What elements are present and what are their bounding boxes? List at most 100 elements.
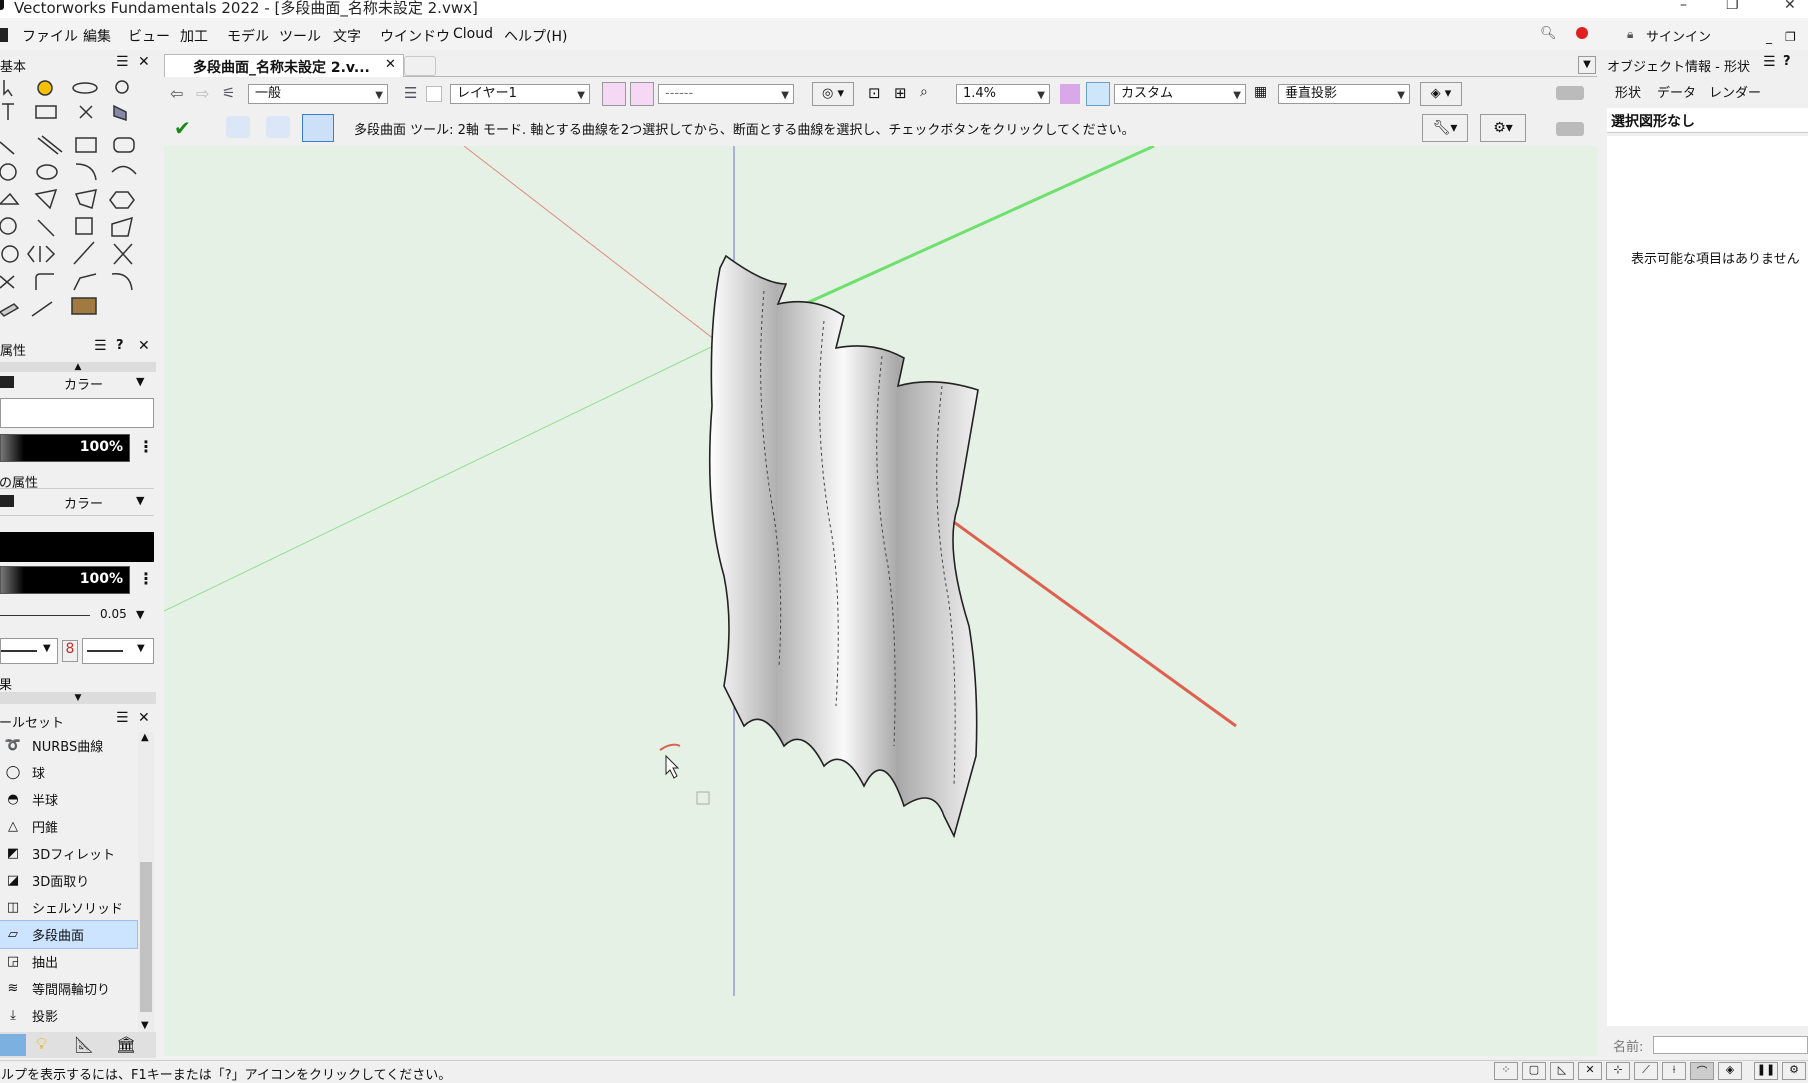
- saved-views-icon[interactable]: [602, 82, 626, 106]
- menu-help[interactable]: ヘルプ(H): [504, 26, 567, 46]
- view-mode-icon[interactable]: [1060, 84, 1080, 104]
- tool-contour[interactable]: ≋ 等間隔輪切り: [0, 975, 137, 1002]
- toolset-tab-light-icon[interactable]: 💡︎: [36, 1034, 47, 1054]
- palette-menu-icon[interactable]: ☰: [116, 710, 129, 726]
- menu-file[interactable]: ファイル: [22, 26, 78, 46]
- saved-view-select[interactable]: ------ ▼: [658, 84, 794, 104]
- notification-icon[interactable]: [1576, 27, 1588, 39]
- snap-tangent-icon[interactable]: ⟋: [1634, 1062, 1658, 1080]
- fill-opacity-more-icon[interactable]: ⋮: [138, 437, 154, 456]
- settings-icon[interactable]: ⚙︎: [1782, 1062, 1806, 1080]
- expand-bar[interactable]: ▼: [0, 692, 156, 704]
- snap-intersection-icon[interactable]: ✕: [1578, 1062, 1602, 1080]
- scroll-down-icon[interactable]: ▼: [141, 1020, 149, 1031]
- fill-opacity-slider[interactable]: 100%: [0, 434, 130, 462]
- doc-restore-button[interactable]: ❐: [1785, 30, 1796, 44]
- tool-sphere[interactable]: ◯ 球: [0, 759, 137, 786]
- doc-minimize-button[interactable]: _: [1766, 30, 1772, 44]
- snap-plane-icon[interactable]: ◈: [1718, 1062, 1742, 1080]
- fill-style-select[interactable]: カラー ▼: [0, 372, 154, 394]
- help-icon[interactable]: ?: [1783, 54, 1791, 69]
- tool-multi-loft[interactable]: ▱ 多段曲面: [0, 920, 138, 949]
- projection-icon[interactable]: ▦: [1254, 84, 1267, 100]
- scroll-up-icon[interactable]: ▲: [141, 732, 149, 743]
- menu-modify[interactable]: 加工: [180, 26, 208, 46]
- palette-close-icon[interactable]: ✕: [138, 338, 150, 354]
- toolset-tab-building-icon[interactable]: 🏛︎: [116, 1035, 136, 1054]
- menu-view[interactable]: ビュー: [128, 26, 170, 46]
- class-select[interactable]: 一般 ▼: [248, 84, 388, 104]
- layer-options-icon[interactable]: ◎ ▾: [812, 82, 854, 106]
- zoom-icon[interactable]: ⌕: [920, 84, 928, 100]
- mode-bar-more-icon[interactable]: [1556, 122, 1584, 136]
- line-opacity-more-icon[interactable]: ⋮: [138, 569, 154, 588]
- link-arrows-icon[interactable]: 8: [62, 640, 78, 662]
- projection-select[interactable]: 垂直投影 ▼: [1278, 84, 1410, 104]
- document-tab[interactable]: 多段曲面_名称未設定 2.v... ✕: [164, 54, 404, 77]
- tool-preferences-icon[interactable]: 🔧︎▾: [1422, 114, 1468, 142]
- tab-list-chevron-icon[interactable]: ▼: [1578, 56, 1596, 74]
- menu-cloud[interactable]: Cloud: [453, 26, 493, 42]
- class-icon[interactable]: ⚟: [222, 84, 235, 102]
- line-thickness-select[interactable]: 0.05 ▼: [0, 604, 154, 628]
- tool-3d-chamfer[interactable]: ◪ 3D面取り: [0, 867, 137, 894]
- snap-angle-icon[interactable]: ◺: [1550, 1062, 1574, 1080]
- snap-object-icon[interactable]: ▢: [1522, 1062, 1546, 1080]
- menu-edit[interactable]: 編集: [83, 26, 111, 46]
- menu-tools[interactable]: ツール: [279, 26, 321, 46]
- layer-select[interactable]: レイヤー1 ▼: [450, 84, 590, 104]
- toolset-scrollbar[interactable]: ▲ ▼: [138, 732, 154, 1032]
- layer-icon[interactable]: ☰: [404, 84, 417, 102]
- palette-menu-icon[interactable]: ☰: [94, 338, 107, 354]
- snap-edge-icon[interactable]: ⌒: [1690, 1062, 1714, 1080]
- menu-model[interactable]: モデル: [227, 26, 269, 46]
- palette-close-icon[interactable]: ✕: [138, 54, 150, 70]
- tab-render[interactable]: レンダー: [1709, 82, 1761, 101]
- close-tab-icon[interactable]: ✕: [385, 57, 396, 72]
- scroll-thumb[interactable]: [140, 862, 152, 1012]
- palette-menu-icon[interactable]: ☰: [1763, 54, 1776, 70]
- sheet-layer-icon[interactable]: [630, 82, 654, 106]
- new-tab-button[interactable]: [404, 56, 436, 76]
- check-button[interactable]: ✔: [174, 116, 191, 140]
- drawing-canvas[interactable]: [164, 146, 1597, 1056]
- mode-no-axis-icon[interactable]: [302, 114, 334, 142]
- tool-extract[interactable]: ◲ 抽出: [0, 948, 137, 975]
- mode-2-axis-icon[interactable]: [266, 116, 290, 138]
- render-mode-icon[interactable]: [1086, 82, 1110, 106]
- toolset-tab-3d-icon[interactable]: [0, 1034, 26, 1056]
- tool-shell-solid[interactable]: ◫ シェルソリッド: [0, 894, 137, 921]
- menu-window[interactable]: ウインドウ: [380, 26, 450, 46]
- line-color-swatch[interactable]: [0, 532, 154, 562]
- line-style-select[interactable]: カラー ▼: [0, 488, 154, 516]
- app-menu-icon[interactable]: [0, 28, 8, 42]
- tool-nurbs-curve[interactable]: ➰ NURBS曲線: [0, 732, 137, 759]
- tool-cone[interactable]: △ 円錐: [0, 813, 137, 840]
- arrowhead-end-select[interactable]: ▼: [82, 638, 154, 664]
- fit-to-objects-icon[interactable]: ⊞: [894, 84, 907, 102]
- tool-3d-fillet[interactable]: ◩ 3Dフィレット: [0, 840, 137, 867]
- name-field[interactable]: [1653, 1036, 1808, 1054]
- forward-icon[interactable]: ⇨: [196, 84, 209, 103]
- tool-options-icon[interactable]: ⚙︎▾: [1480, 114, 1526, 142]
- back-icon[interactable]: ⇦: [170, 84, 183, 103]
- fit-to-window-icon[interactable]: ⊡: [868, 84, 881, 102]
- tab-shape[interactable]: 形状: [1615, 82, 1641, 101]
- close-window-button[interactable]: ✕: [1784, 0, 1796, 13]
- minimize-button[interactable]: –: [1680, 0, 1687, 13]
- fill-color-swatch[interactable]: [0, 398, 154, 428]
- help-icon[interactable]: ?: [116, 338, 124, 353]
- mode-1-axis-icon[interactable]: [226, 116, 250, 138]
- menu-text[interactable]: 文字: [333, 26, 361, 46]
- snap-distance-icon[interactable]: ⊹: [1606, 1062, 1630, 1080]
- maximize-button[interactable]: ❐: [1726, 0, 1739, 13]
- view-bar-more-icon[interactable]: [1556, 86, 1584, 100]
- tab-data[interactable]: データ: [1657, 82, 1696, 101]
- standard-views-icon[interactable]: ◈ ▾: [1420, 82, 1462, 106]
- line-opacity-slider[interactable]: 100%: [0, 566, 130, 594]
- zoom-select[interactable]: 1.4% ▼: [956, 84, 1050, 104]
- palette-menu-icon[interactable]: ☰: [116, 54, 129, 70]
- lofted-surface[interactable]: [708, 254, 979, 839]
- snap-point-icon[interactable]: ⟊: [1662, 1062, 1686, 1080]
- tool-hemisphere[interactable]: ◓ 半球: [0, 786, 137, 813]
